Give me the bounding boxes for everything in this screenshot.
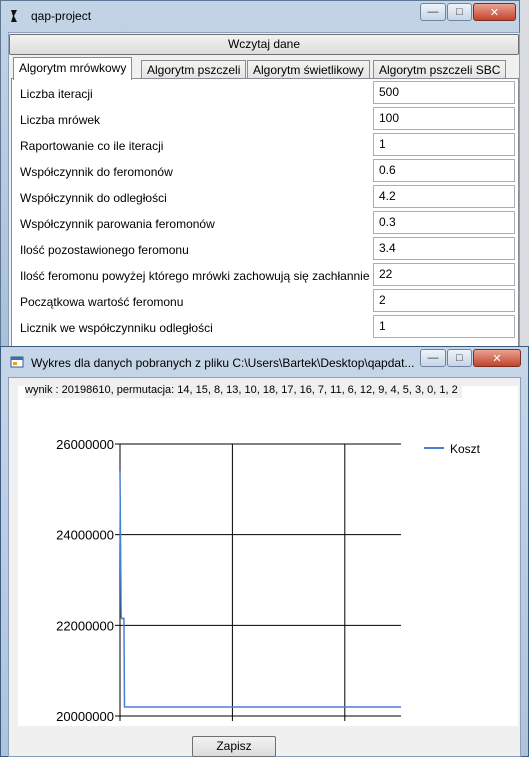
chart-window: Wykres dla danych pobranych z pliku C:\U… — [0, 346, 529, 757]
form-icon — [10, 356, 24, 368]
param-label: Początkowa wartość feromonu — [20, 295, 184, 309]
app-icon — [11, 10, 17, 22]
distance-weight-input[interactable]: 4.2 — [373, 185, 515, 208]
param-row: Raportowanie co ile iteracji 1 — [12, 132, 518, 158]
x-tick-label: 400 — [334, 724, 356, 726]
main-client-area: Wczytaj dane Algorytm mrówkowy Algorytm … — [8, 32, 520, 350]
param-row: Początkowa wartość feromonu 2 — [12, 288, 518, 314]
main-window: qap-project — □ ✕ Wczytaj dane Algorytm … — [0, 0, 520, 352]
y-tick-label: 22000000 — [56, 618, 114, 633]
main-window-title: qap-project — [31, 9, 92, 23]
evaporation-rate-input[interactable]: 0.3 — [373, 211, 515, 234]
close-icon: ✕ — [492, 352, 502, 365]
param-row: Ilość pozostawionego feromonu 3.4 — [12, 236, 518, 262]
param-label: Raportowanie co ile iteracji — [20, 139, 164, 153]
param-row: Licznik we współczynniku odległości 1 — [12, 314, 518, 340]
chart-window-title: Wykres dla danych pobranych z pliku C:\U… — [31, 356, 415, 370]
close-icon: ✕ — [489, 6, 500, 19]
main-title-bar[interactable]: qap-project — □ ✕ — [1, 1, 519, 31]
param-row: Ilość feromonu powyżej którego mrówki za… — [12, 262, 518, 288]
x-tick-label: 200 — [222, 724, 244, 726]
maximize-icon: □ — [456, 6, 463, 18]
save-button[interactable]: Zapisz — [192, 736, 276, 757]
maximize-icon: □ — [456, 352, 463, 364]
chart-title-bar[interactable]: Wykres dla danych pobranych z pliku C:\U… — [1, 347, 528, 377]
cost-line-chart: 20000000 22000000 24000000 26000000 0 200 400 K… — [56, 437, 481, 726]
algorithm-tabs: Algorytm mrówkowy Algorytm pszczeli Algo… — [11, 57, 519, 80]
y-tick-label: 20000000 — [56, 709, 114, 724]
chart-minimize-button[interactable]: — — [420, 349, 446, 367]
param-row: Współczynnik do odległości 4.2 — [12, 184, 518, 210]
param-label: Współczynnik parowania feromonów — [20, 217, 215, 231]
deposited-pheromone-input[interactable]: 3.4 — [373, 237, 515, 260]
param-row: Współczynnik do feromonów 0.6 — [12, 158, 518, 184]
param-label: Licznik we współczynniku odległości — [20, 321, 213, 335]
tab-ant-algorithm[interactable]: Algorytm mrówkowy — [13, 57, 133, 80]
param-label: Współczynnik do feromonów — [20, 165, 173, 179]
report-interval-input[interactable]: 1 — [373, 133, 515, 156]
series-line-koszt — [119, 471, 401, 708]
y-tick-label: 26000000 — [56, 437, 114, 452]
param-label: Liczba iteracji — [20, 87, 93, 101]
maximize-button[interactable]: □ — [447, 3, 472, 21]
iterations-input[interactable]: 500 — [373, 81, 515, 104]
minimize-button[interactable]: — — [420, 3, 446, 21]
tab-firefly-algorithm[interactable]: Algorytm świetlikowy — [247, 60, 370, 79]
ant-algorithm-settings: Liczba iteracji 500 Liczba mrówek 100 Ra… — [11, 78, 519, 349]
close-button[interactable]: ✕ — [473, 3, 516, 21]
load-data-button[interactable]: Wczytaj dane — [9, 34, 519, 55]
greedy-threshold-input[interactable]: 22 — [373, 263, 515, 286]
param-row: Współczynnik parowania feromonów 0.3 — [12, 210, 518, 236]
param-label: Ilość pozostawionego feromonu — [20, 243, 189, 257]
param-label: Współczynnik do odległości — [20, 191, 167, 205]
y-tick-label: 24000000 — [56, 528, 114, 543]
initial-pheromone-input[interactable]: 2 — [373, 289, 515, 312]
tab-bee-sbc-algorithm[interactable]: Algorytm pszczeli SBC — [373, 60, 507, 79]
tab-bee-algorithm[interactable]: Algorytm pszczeli — [141, 60, 247, 79]
result-summary: wynik : 20198610, permutacja: 14, 15, 8,… — [25, 384, 462, 398]
chart-close-button[interactable]: ✕ — [473, 349, 521, 367]
param-row: Liczba iteracji 500 — [12, 80, 518, 106]
pheromone-weight-input[interactable]: 0.6 — [373, 159, 515, 182]
ants-count-input[interactable]: 100 — [373, 107, 515, 130]
x-tick-label: 0 — [116, 724, 123, 726]
chart-client-area: 20000000 22000000 24000000 26000000 0 200 400 K… — [8, 377, 521, 757]
chart-area: 20000000 22000000 24000000 26000000 0 200 400 K… — [18, 386, 518, 726]
minimize-icon: — — [427, 352, 439, 364]
chart-maximize-button[interactable]: □ — [447, 349, 472, 367]
distance-numerator-input[interactable]: 1 — [373, 315, 515, 338]
param-label: Liczba mrówek — [20, 113, 101, 127]
minimize-icon: — — [427, 6, 439, 18]
param-row: Liczba mrówek 100 — [12, 106, 518, 132]
param-label: Ilość feromonu powyżej którego mrówki za… — [20, 269, 370, 283]
legend-label: Koszt — [450, 442, 481, 456]
